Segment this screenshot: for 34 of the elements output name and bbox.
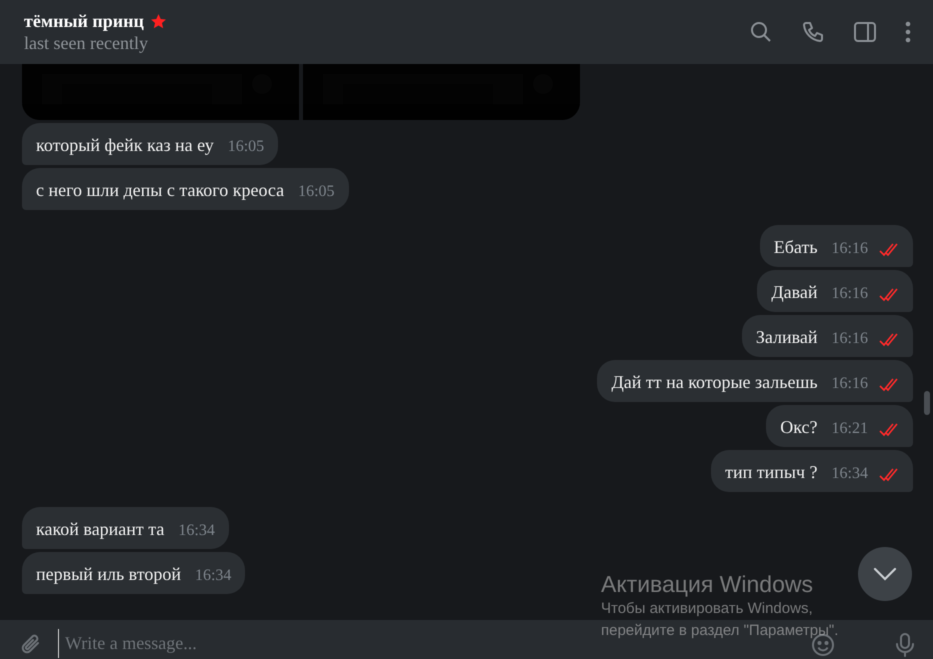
activation-text: перейдите в раздел "Параметры". (601, 621, 838, 641)
activation-text: Чтобы активировать Windows, (601, 599, 814, 619)
message-time: 16:16 (832, 374, 868, 394)
message-time: 16:34 (194, 566, 232, 586)
last-seen-status: last seen recently (24, 32, 149, 54)
message-time: 16:16 (832, 284, 868, 304)
message-time: 16:16 (832, 329, 868, 349)
message-time: 16:05 (228, 137, 264, 157)
chat-name: тёмный принц (24, 10, 144, 32)
message-time: 16:34 (832, 464, 868, 484)
activation-title: Активация Windows (601, 570, 814, 598)
phone-icon[interactable] (801, 20, 825, 44)
chevron-down-icon (873, 567, 897, 581)
message-text: Дай тт на которые зальешь (611, 371, 818, 394)
message-text: какой вариант та (36, 518, 164, 541)
message-text: первый иль второй (36, 563, 181, 586)
scrollbar-thumb[interactable] (924, 391, 930, 415)
scroll-down-button[interactable] (858, 547, 912, 601)
message-time: 16:34 (178, 521, 215, 541)
message-text: который фейк каз на еу (36, 134, 214, 157)
message-time: 16:16 (832, 239, 868, 259)
message-time: 16:21 (832, 419, 868, 439)
microphone-icon[interactable] (895, 632, 915, 658)
message-text: Заливай (756, 326, 818, 349)
more-icon[interactable] (905, 21, 911, 43)
message-text: Ебать (774, 236, 818, 259)
sidebar-toggle-icon[interactable] (853, 20, 877, 44)
message-text: Окс? (780, 416, 818, 439)
search-icon[interactable] (749, 20, 773, 44)
message-text: Давай (771, 281, 818, 304)
message-text: с него шли депы с такого креоса (36, 179, 284, 202)
message-text: тип типыч ? (725, 461, 818, 484)
message-time: 16:05 (298, 182, 335, 202)
message-input[interactable]: Write a message... (58, 629, 551, 658)
